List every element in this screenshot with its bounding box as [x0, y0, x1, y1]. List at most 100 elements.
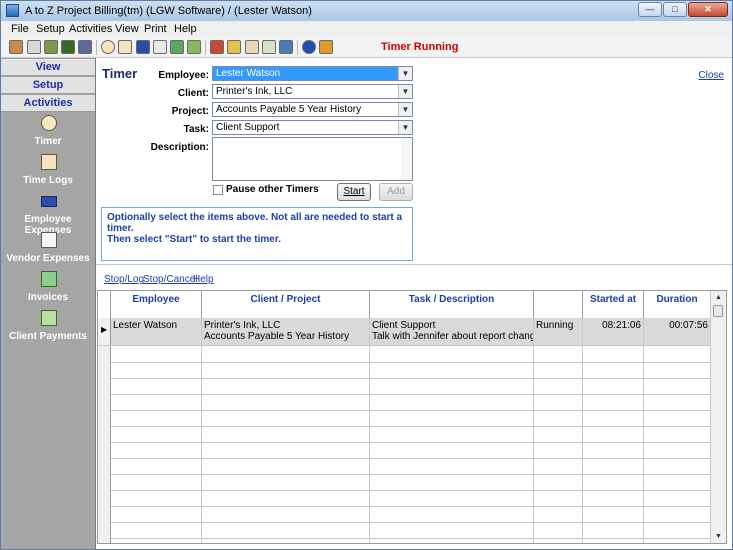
menu-activities[interactable]: Activities [69, 23, 112, 35]
row-selector[interactable] [98, 442, 111, 458]
row-selector[interactable] [98, 346, 111, 362]
empty-cell [583, 362, 644, 378]
close-link[interactable]: Close [698, 70, 724, 81]
chevron-down-icon[interactable]: ▼ [398, 67, 412, 80]
menu-view[interactable]: View [115, 23, 139, 35]
empty-cell [534, 490, 583, 506]
exit-icon[interactable] [319, 40, 333, 54]
sidebar-tab-setup[interactable]: Setup [1, 77, 95, 94]
empty-table-row[interactable] [98, 474, 711, 491]
timer-icon[interactable] [101, 40, 115, 54]
window-icon[interactable] [279, 40, 293, 54]
chevron-down-icon[interactable]: ▼ [398, 103, 412, 116]
empty-cell [644, 426, 711, 442]
vendors-icon[interactable] [61, 40, 75, 54]
help-icon[interactable] [302, 40, 316, 54]
chevron-down-icon[interactable]: ▼ [398, 121, 412, 134]
minimize-button[interactable]: — [638, 2, 662, 17]
title-bar[interactable]: A to Z Project Billing(tm) (LGW Software… [1, 1, 732, 22]
chevron-down-icon[interactable]: ▼ [398, 85, 412, 98]
scroll-down-icon[interactable]: ▼ [712, 530, 725, 543]
invoice-icon[interactable] [170, 40, 184, 54]
task-select[interactable]: Client Support ▼ [212, 120, 413, 135]
column-header-task-description[interactable]: Task / Description [370, 291, 534, 318]
column-header-employee[interactable]: Employee [111, 291, 202, 318]
description-scrollbar[interactable] [401, 138, 412, 180]
receipt-icon[interactable] [153, 40, 167, 54]
empty-table-row[interactable] [98, 458, 711, 475]
empty-cell [534, 522, 583, 538]
start-button[interactable]: Start [337, 183, 371, 201]
stop-cancel-link[interactable]: Stop/Cancel [143, 274, 197, 285]
close-window-button[interactable]: ✕ [688, 2, 728, 17]
clients-icon[interactable] [27, 40, 41, 54]
row-selector[interactable] [98, 490, 111, 506]
menu-setup[interactable]: Setup [36, 23, 65, 35]
column-header-duration[interactable]: Duration [644, 291, 711, 318]
column-header-status[interactable] [534, 291, 583, 318]
task-name: Client Support [372, 320, 436, 331]
info-message: Optionally select the items above. Not a… [101, 207, 413, 261]
empty-cell [111, 506, 202, 522]
menu-print[interactable]: Print [144, 23, 167, 35]
grid-scrollbar[interactable]: ▲ ▼ [710, 291, 726, 543]
project-label: Project: [171, 106, 209, 117]
empty-table-row[interactable] [98, 346, 711, 363]
home-icon[interactable] [210, 40, 224, 54]
pause-timers-checkbox[interactable] [213, 185, 223, 195]
empty-table-row[interactable] [98, 522, 711, 539]
empty-cell [583, 458, 644, 474]
row-selector[interactable]: ▶ [98, 318, 111, 345]
empty-table-row[interactable] [98, 378, 711, 395]
employee-select[interactable]: Lester Watson ▼ [212, 66, 413, 81]
row-selector[interactable] [98, 362, 111, 378]
client-select[interactable]: Printer's Ink, LLC ▼ [212, 84, 413, 99]
table-row[interactable]: ▶ Lester Watson Printer's Ink, LLC Accou… [98, 318, 711, 346]
maximize-button[interactable]: □ [663, 2, 687, 17]
tasks-icon[interactable] [78, 40, 92, 54]
empty-cell [202, 490, 370, 506]
empty-table-row[interactable] [98, 362, 711, 379]
employees-icon[interactable] [9, 40, 23, 54]
row-selector[interactable] [98, 458, 111, 474]
reports-icon[interactable] [227, 40, 241, 54]
menu-help[interactable]: Help [174, 23, 197, 35]
project-select[interactable]: Accounts Payable 5 Year History ▼ [212, 102, 413, 117]
row-selector[interactable] [98, 426, 111, 442]
empty-table-row[interactable] [98, 394, 711, 411]
credit-card-icon[interactable] [136, 40, 150, 54]
scroll-thumb[interactable] [713, 305, 723, 317]
row-selector[interactable] [98, 506, 111, 522]
empty-cell [111, 410, 202, 426]
empty-table-row[interactable] [98, 426, 711, 443]
add-button[interactable]: Add [379, 183, 413, 201]
empty-table-row[interactable] [98, 410, 711, 427]
notes-icon[interactable] [245, 40, 259, 54]
scroll-up-icon[interactable]: ▲ [712, 291, 725, 304]
row-selector[interactable] [98, 538, 111, 543]
row-selector[interactable] [98, 522, 111, 538]
payment-icon[interactable] [187, 40, 201, 54]
time-log-icon[interactable] [118, 40, 132, 54]
column-header-started-at[interactable]: Started at [583, 291, 644, 318]
row-selector[interactable] [98, 410, 111, 426]
row-selector[interactable] [98, 474, 111, 490]
description-input[interactable] [212, 137, 413, 181]
empty-table-row[interactable] [98, 442, 711, 459]
sidebar-tab-activities[interactable]: Activities [1, 95, 95, 112]
row-header-corner [98, 291, 111, 318]
row-selector[interactable] [98, 394, 111, 410]
empty-table-row[interactable] [98, 506, 711, 523]
schedule-icon[interactable] [262, 40, 276, 54]
help-link[interactable]: Help [193, 274, 214, 285]
stop-log-link[interactable]: Stop/Log [104, 274, 144, 285]
empty-table-row[interactable] [98, 538, 711, 543]
row-selector[interactable] [98, 378, 111, 394]
empty-cell [202, 346, 370, 362]
sidebar-tab-view[interactable]: View [1, 59, 95, 76]
empty-table-row[interactable] [98, 490, 711, 507]
menu-file[interactable]: File [11, 23, 29, 35]
contact-icon[interactable] [44, 40, 58, 54]
task-label: Task: [183, 124, 209, 135]
column-header-client-project[interactable]: Client / Project [202, 291, 370, 318]
